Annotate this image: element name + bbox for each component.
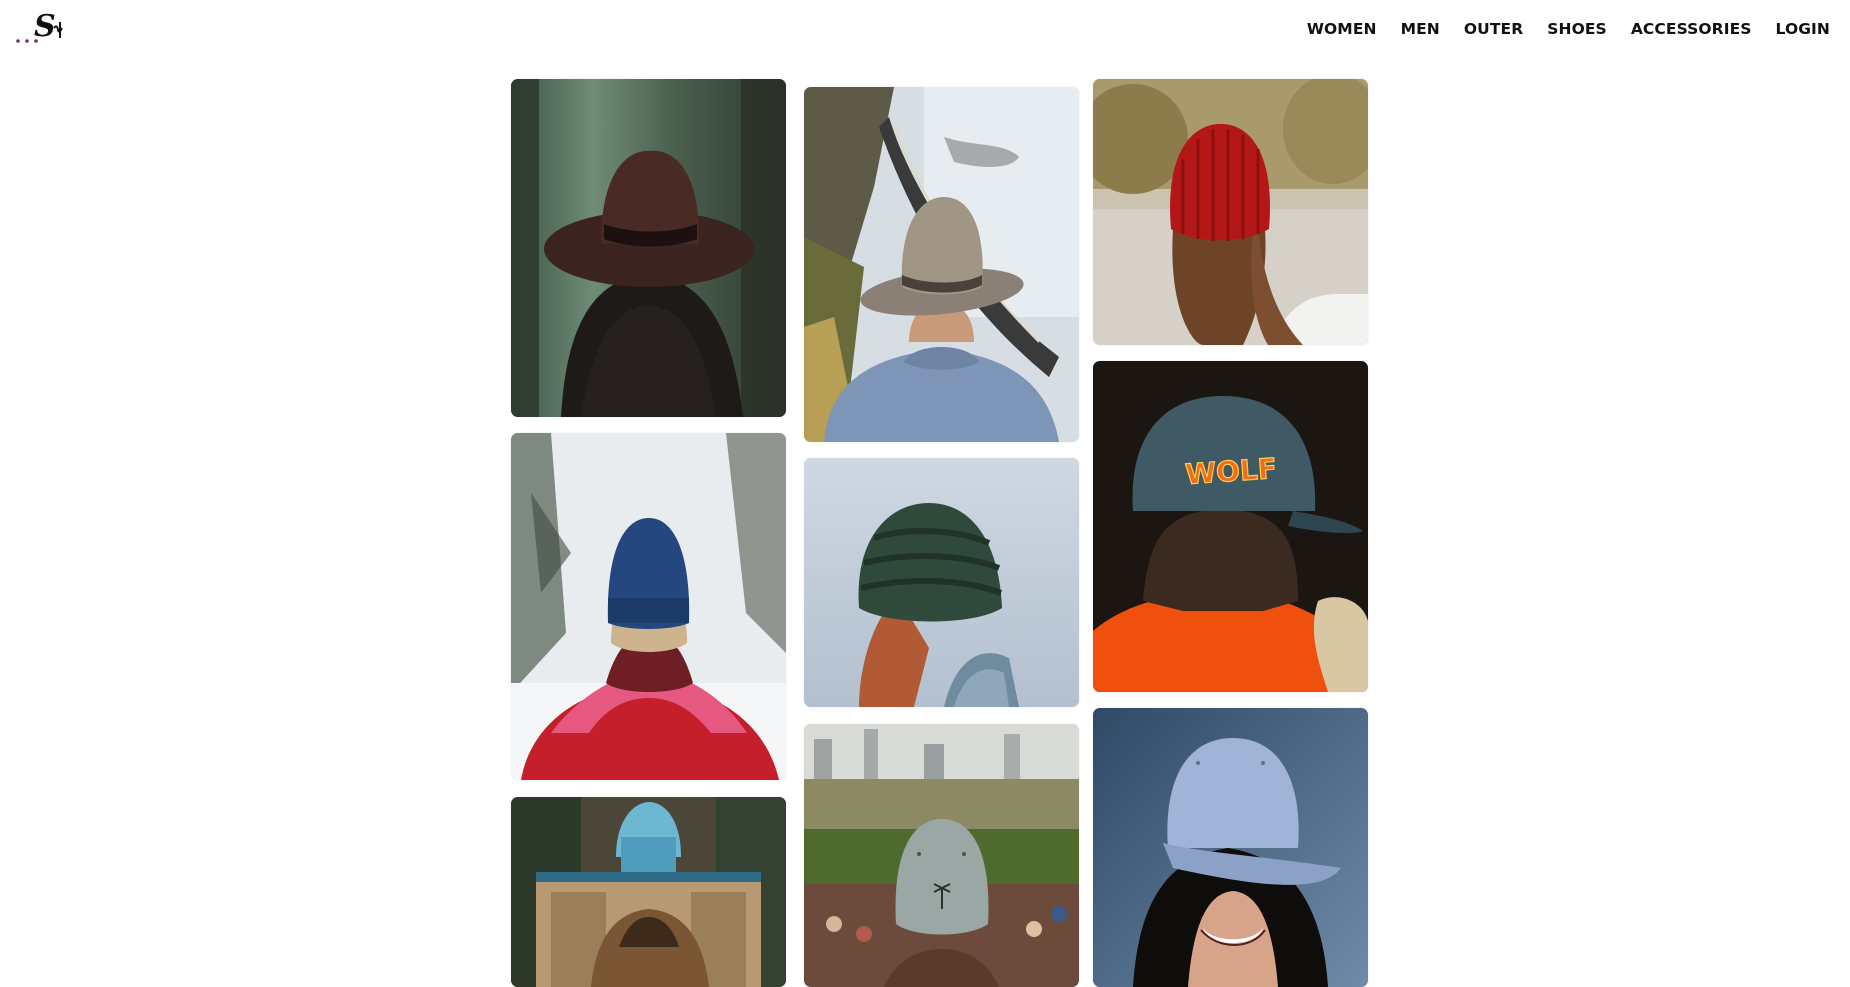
photo-green-beanie	[804, 458, 1079, 707]
gallery-card-brown-fedora[interactable]	[511, 79, 786, 417]
photo-grey-cowboy-hat	[804, 87, 1079, 442]
photo-tan-fedora	[511, 797, 786, 987]
gallery-card-wolf-cap[interactable]: WOLF	[1093, 361, 1368, 692]
gallery-card-grey-cowboy-hat[interactable]	[804, 87, 1079, 442]
photo-brown-fedora	[511, 79, 786, 417]
wolf-patch: WOLF	[1184, 452, 1278, 491]
photo-blue-cap	[1093, 708, 1368, 987]
photo-blue-beanie	[511, 433, 786, 780]
gallery-card-green-beanie[interactable]	[804, 458, 1079, 707]
gallery-card-tan-fedora[interactable]	[511, 797, 786, 987]
gallery-card-blue-beanie[interactable]	[511, 433, 786, 780]
gallery-card-grey-cap[interactable]	[804, 724, 1079, 987]
photo-wolf-cap: WOLF	[1093, 361, 1368, 692]
photo-grey-cap	[804, 724, 1079, 987]
hat-gallery: WOLF	[0, 0, 1850, 987]
gallery-card-blue-cap[interactable]	[1093, 708, 1368, 987]
photo-red-beanie	[1093, 79, 1368, 345]
gallery-card-red-beanie[interactable]	[1093, 79, 1368, 345]
